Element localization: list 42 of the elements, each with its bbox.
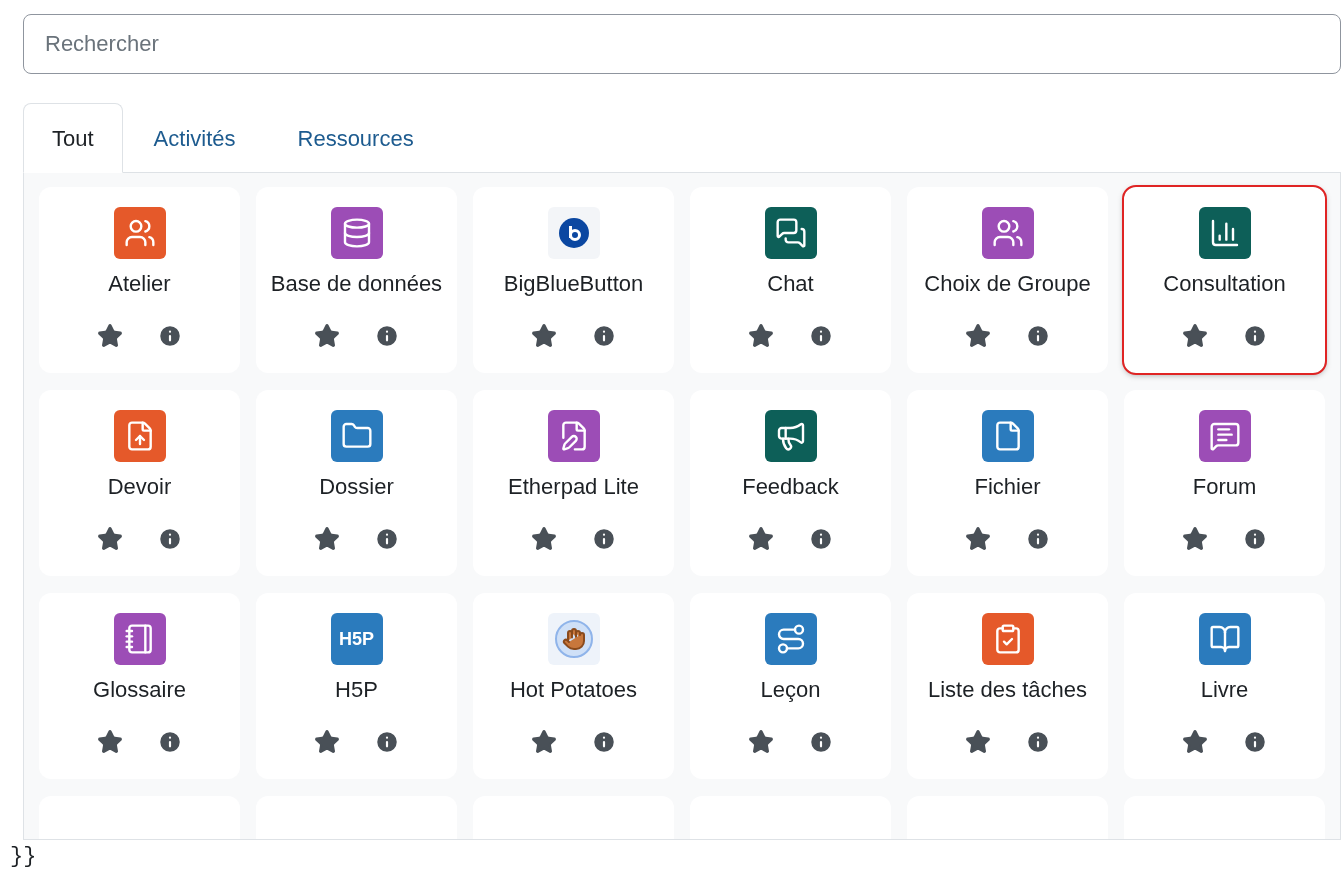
activity-card[interactable]: Livre <box>1124 593 1325 779</box>
activity-name: Choix de Groupe <box>923 270 1092 298</box>
activity-name: Liste des tâches <box>927 676 1088 704</box>
activity-name: Fichier <box>973 473 1042 501</box>
tab[interactable]: Ressources <box>266 103 445 173</box>
activity-card[interactable]: Feedback <box>690 390 891 576</box>
tab[interactable]: Activités <box>122 103 267 173</box>
activity-card[interactable]: Dossier <box>256 390 457 576</box>
activity-name: Devoir <box>106 473 173 501</box>
activity-card[interactable]: Consultation <box>1124 187 1325 373</box>
activity-name: Etherpad Lite <box>507 473 640 501</box>
activity-name: H5P <box>334 676 379 704</box>
activity-card[interactable]: Chat <box>690 187 891 373</box>
activity-card[interactable]: Fichier <box>907 390 1108 576</box>
activity-name: Dossier <box>318 473 395 501</box>
activity-name: Feedback <box>741 473 840 501</box>
activity-card[interactable]: Hot Potatoes <box>473 593 674 779</box>
activity-name: Livre <box>1199 676 1250 704</box>
activity-name: Glossaire <box>92 676 187 704</box>
activity-card[interactable]: Devoir <box>39 390 240 576</box>
activity-card[interactable]: BigBlueButton <box>473 187 674 373</box>
activity-card[interactable]: Etherpad Lite <box>473 390 674 576</box>
activity-name: Base de données <box>269 270 444 298</box>
activity-card[interactable]: Liste des tâches <box>907 593 1108 779</box>
activity-card[interactable]: Glossaire <box>39 593 240 779</box>
stray-text: }} <box>9 844 37 870</box>
activity-name: Consultation <box>1162 270 1287 298</box>
activity-card[interactable]: Base de données <box>256 187 457 373</box>
activity-name: BigBlueButton <box>502 270 645 298</box>
activity-name: Hot Potatoes <box>508 676 639 704</box>
h5p-logo: H5P <box>330 613 383 665</box>
activity-name: Leçon <box>759 676 822 704</box>
activity-name: Chat <box>766 270 815 298</box>
search-field[interactable]: Rechercher <box>23 14 1341 74</box>
activity-card[interactable]: H5P H5P <box>256 593 457 779</box>
activity-card[interactable]: Choix de Groupe <box>907 187 1108 373</box>
activity-card[interactable]: Forum <box>1124 390 1325 576</box>
activity-name: Atelier <box>107 270 172 298</box>
activity-card[interactable]: Leçon <box>690 593 891 779</box>
activity-name: Forum <box>1191 473 1258 501</box>
tab[interactable]: Tout <box>23 103 123 173</box>
activity-card[interactable]: Atelier <box>39 187 240 373</box>
